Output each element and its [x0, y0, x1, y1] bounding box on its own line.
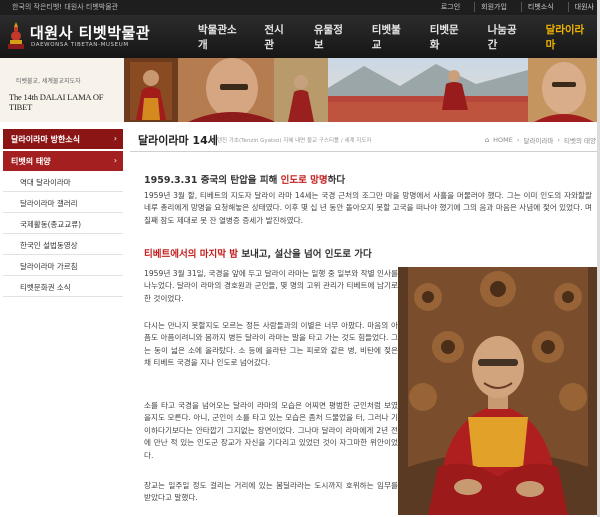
sidebar-item-teachings[interactable]: 달라이라마 가르침 [3, 255, 123, 276]
nav-artifacts[interactable]: 유물정보 [302, 15, 360, 58]
sidebar-menu: 역대 달라이라마 달라이라마 갤러리 국제활동(종교교류) 한국인 설법동영상 … [3, 171, 123, 297]
sidebar-item-dharma-video[interactable]: 한국인 설법동영상 [3, 234, 123, 255]
sidebar-item-tibet-news[interactable]: 티벳문화권 소식 [3, 276, 123, 297]
main-navigation: 박물관소개 전시관 유물정보 티벳불교 티벳문화 나눔공간 달라이라마 [186, 15, 600, 58]
sidebar-item-past-dalai-lamas[interactable]: 역대 달라이라마 [3, 171, 123, 192]
article-paragraph-2: 1959년 3월 31일, 국경을 앞에 두고 달라이 라마는 일행 중 일부와… [144, 269, 398, 303]
site-slogan: 한국의 작은티벳! 대원사 티벳박물관 [12, 3, 119, 11]
signup-link[interactable]: 회원가입 [474, 2, 507, 12]
banner-caption-title: The 14th DALAI LAMA OF TIBET [9, 92, 104, 112]
page-header: 달라이라마 14세 텐진 갸초(Tenzin Gyatso) 지혜 내면 불교 … [130, 122, 600, 152]
heading-1-pre: 1959.3.31 중국의 탄압을 피해 [144, 175, 281, 186]
daewonsa-link[interactable]: 대원사 [567, 2, 594, 12]
nav-tibetan-buddhism[interactable]: 티벳불교 [360, 15, 418, 58]
page-subtitle: 텐진 갸초(Tenzin Gyatso) 지혜 내면 불교 구스티틀 / 세계 … [217, 138, 372, 144]
page-title: 달라이라마 14세 [138, 134, 218, 147]
sidebar-section-head[interactable]: 달라이라마 방한소식 › [3, 129, 123, 149]
nav-exhibition[interactable]: 전시관 [252, 15, 301, 58]
site-logo-subtitle: DAEWONSA TIBETAN-MUSEUM [31, 42, 129, 48]
nav-sharing[interactable]: 나눔공간 [476, 15, 534, 58]
utility-links: 로그인 회원가입 티벳소식 대원사 [435, 2, 594, 12]
banner-caption-small: 티벳불교, 세계불교지도자 [16, 78, 81, 85]
hero-banner: 티벳불교, 세계불교지도자 The 14th DALAI LAMA OF TIB… [0, 58, 600, 122]
chevron-right-icon: › [516, 136, 520, 144]
nav-dalai-lama[interactable]: 달라이라마 [534, 15, 600, 58]
sidebar-item-gallery[interactable]: 달라이라마 갤러리 [3, 192, 123, 213]
heading-1-post: 하다 [327, 175, 346, 186]
site-logo-title[interactable]: 대원사 티벳박물관 [30, 22, 150, 43]
stupa-logo-icon[interactable] [6, 21, 26, 51]
dalai-lama-photo [398, 267, 598, 515]
article-paragraph-5: 장교는 일주일 정도 걸리는 거리에 있는 봄딜라라는 도시까지 호위하는 임무… [144, 481, 398, 503]
article-heading-1: 1959.3.31 중국의 탄압을 피해 인도로 망명하다 [144, 172, 345, 186]
sidebar-active-item[interactable]: 티벳의 태양 › [3, 151, 123, 171]
article-paragraph-3: 다시는 만나지 못할지도 모르는 정든 사람들과의 이별은 너무 아팠다. 마음… [144, 321, 398, 368]
sidebar-item-international[interactable]: 국제활동(종교교류) [3, 213, 123, 234]
nav-museum-intro[interactable]: 박물관소개 [186, 15, 252, 58]
breadcrumb-home[interactable]: HOME [493, 136, 513, 144]
sidebar-active-item-label: 티벳의 태양 [11, 157, 51, 166]
chevron-right-icon: › [557, 136, 561, 144]
heading-2-post: 보내고, 설산을 넘어 인도로 가다 [238, 249, 372, 260]
chevron-right-icon: › [113, 134, 117, 143]
sidebar-section-head-label: 달라이라마 방한소식 [11, 135, 81, 144]
breadcrumb: ⌂ HOME › 달라이라마 › 티벳의 태양 [485, 135, 596, 145]
heading-2-red: 티베트에서의 마지막 밤 [144, 249, 239, 260]
breadcrumb-dalai-lama[interactable]: 달라이라마 [524, 135, 554, 145]
top-utility-bar: 한국의 작은티벳! 대원사 티벳박물관 로그인 회원가입 티벳소식 대원사 [0, 0, 600, 15]
banner-caption: 티벳불교, 세계불교지도자 The 14th DALAI LAMA OF TIB… [0, 58, 124, 122]
article-paragraph-1: 1959년 3월 할, 티베트의 지도자 달라이 라마 14세는 국경 근처의 … [144, 191, 592, 225]
tibet-news-link[interactable]: 티벳소식 [520, 2, 554, 12]
home-icon: ⌂ [484, 136, 490, 144]
sidebar: 달라이라마 방한소식 › 티벳의 태양 › 역대 달라이라마 달라이라마 갤러리… [3, 129, 123, 297]
article-heading-2: 티베트에서의 마지막 밤 보내고, 설산을 넘어 인도로 가다 [144, 246, 372, 260]
login-link[interactable]: 로그인 [435, 2, 460, 12]
chevron-right-icon: › [113, 156, 117, 165]
site-header: 대원사 티벳박물관 DAEWONSA TIBETAN-MUSEUM 박물관소개 … [0, 15, 600, 58]
nav-tibetan-culture[interactable]: 티벳문화 [418, 15, 476, 58]
heading-1-red: 인도로 망명 [280, 175, 328, 186]
breadcrumb-current: 티벳의 태양 [564, 137, 596, 145]
banner-photo-collage [124, 58, 600, 122]
main-content: 달라이라마 14세 텐진 갸초(Tenzin Gyatso) 지혜 내면 불교 … [130, 122, 600, 517]
article-paragraph-4: 소를 타고 국경을 넘어오는 달라이 라마의 모습은 어찌면 평범한 군인처럼 … [144, 401, 398, 460]
